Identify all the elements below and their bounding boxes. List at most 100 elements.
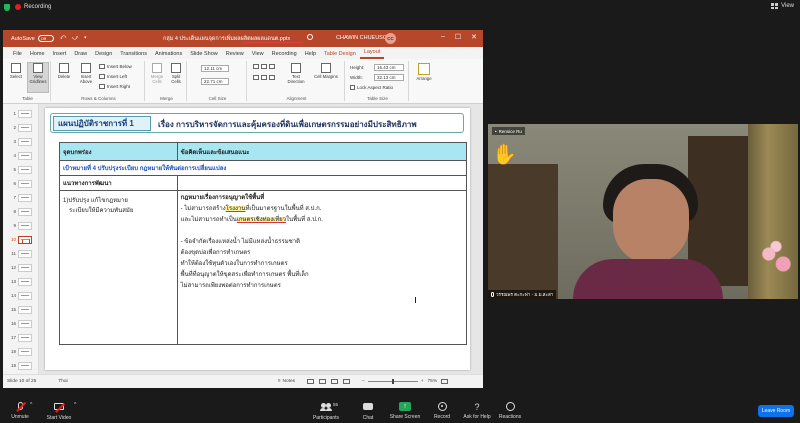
tab-review[interactable]: Review xyxy=(222,51,248,59)
slideshow-icon[interactable] xyxy=(343,379,351,384)
slide-thumbnail[interactable]: 11 xyxy=(7,248,37,259)
slide-table[interactable]: จุดบกพร่อง ข้อคิดเห็นและข้อเสนอแนะ เป้าห… xyxy=(59,142,468,345)
text-direction-button[interactable]: Text Direction xyxy=(283,63,309,84)
tab-transitions[interactable]: Transitions xyxy=(116,51,151,59)
split-cells-icon xyxy=(171,63,181,73)
slide-thumbnail[interactable]: 12 xyxy=(7,262,37,273)
slide-sorter-icon[interactable] xyxy=(319,379,327,384)
table-header-cell[interactable]: จุดบกพร่อง xyxy=(59,142,178,161)
tab-help[interactable]: Help xyxy=(301,51,320,59)
insert-right-button[interactable]: Insert Right xyxy=(99,84,130,89)
close-icon[interactable]: ✕ xyxy=(471,33,477,41)
leave-room-button[interactable]: Leave Room xyxy=(758,405,794,417)
align-buttons-row2[interactable] xyxy=(253,75,275,80)
slide-thumbnail[interactable]: 10 xyxy=(7,234,37,245)
view-gridlines-button[interactable]: View Gridlines xyxy=(27,62,49,93)
tab-view[interactable]: View xyxy=(248,51,268,59)
language-indicator[interactable]: Thai xyxy=(58,379,67,384)
slide-thumbnail[interactable]: 18 xyxy=(7,346,37,357)
slide-thumbnail[interactable]: 17 xyxy=(7,332,37,343)
split-cells-button[interactable]: Split Cells xyxy=(167,63,185,84)
tab-file[interactable]: File xyxy=(9,51,26,59)
normal-view-icon[interactable] xyxy=(307,379,315,384)
fit-to-window-icon[interactable] xyxy=(441,379,449,384)
insert-left-button[interactable]: Insert Left xyxy=(99,74,127,79)
table-width-input[interactable]: 32.13 cm xyxy=(374,74,404,81)
autosave-toggle[interactable]: Off xyxy=(37,35,54,42)
table-height-input[interactable]: 16.43 cm xyxy=(374,64,404,71)
record-button[interactable]: Record xyxy=(430,402,454,420)
slide-thumbnail[interactable]: 5 xyxy=(7,164,37,175)
table-height-label: Height: xyxy=(350,65,365,70)
reactions-button[interactable]: Reactions xyxy=(496,402,524,420)
tab-animations[interactable]: Animations xyxy=(151,51,186,59)
table-row: แนวทางการพัฒนา xyxy=(59,175,468,191)
slide-thumbnail[interactable]: 6 xyxy=(7,178,37,189)
zoom-slider[interactable]: – + xyxy=(362,379,424,384)
tab-home[interactable]: Home xyxy=(26,51,49,59)
suggestion-line: ไม่สามารถเพียงพอต่อการทำการเกษตร xyxy=(180,283,281,289)
slide-thumbnail[interactable]: 2 xyxy=(7,122,37,133)
chevron-up-icon[interactable]: ^ xyxy=(74,402,76,408)
participants-button[interactable]: 55 Participants xyxy=(310,402,342,421)
slide[interactable]: แผนปฏิบัติราชการที่ 1 เรื่อง การบริหารจั… xyxy=(45,108,470,370)
tab-insert[interactable]: Insert xyxy=(49,51,71,59)
tab-layout[interactable]: Layout xyxy=(359,49,385,59)
view-button[interactable]: View xyxy=(771,3,794,9)
tab-recording[interactable]: Recording xyxy=(268,51,301,59)
delete-button[interactable]: Delete xyxy=(55,63,73,79)
slide-thumbnail[interactable]: 16 xyxy=(7,318,37,329)
issue-cell[interactable]: 1)ปรับปรุง แก้ไขกฎหมาย ระเบียบให้มีความท… xyxy=(59,190,178,345)
tab-design[interactable]: Design xyxy=(91,51,116,59)
slide-number: 12 xyxy=(10,265,16,270)
notes-button[interactable]: ≡ Notes xyxy=(278,379,295,384)
approach-cell[interactable]: แนวทางการพัฒนา xyxy=(59,175,178,191)
slide-thumbnail[interactable]: 14 xyxy=(7,290,37,301)
chat-button[interactable]: Chat xyxy=(358,402,378,421)
slide-thumbnail[interactable]: 3 xyxy=(7,136,37,147)
chevron-up-icon[interactable]: ^ xyxy=(30,402,32,408)
avatar[interactable]: CC xyxy=(385,33,396,44)
maximize-icon[interactable]: ☐ xyxy=(455,33,461,41)
zoom-percentage[interactable]: 75% xyxy=(428,379,438,384)
select-button[interactable]: Select xyxy=(7,63,25,79)
ask-for-help-button[interactable]: ? Ask for Help xyxy=(460,402,494,420)
slide-number: 16 xyxy=(10,321,16,326)
align-bottom-icon xyxy=(269,75,275,80)
cell-height-input[interactable]: 12.11 cm xyxy=(201,65,229,72)
slide-preview xyxy=(18,137,32,146)
cell-width-input[interactable]: 22.71 cm xyxy=(201,78,229,85)
lock-aspect-checkbox[interactable]: Lock Aspect Ratio xyxy=(350,85,393,90)
slide-thumbnail[interactable]: 13 xyxy=(7,276,37,287)
align-middle-icon xyxy=(261,75,267,80)
suggestion-cell[interactable]: กฎหมายเรื่องการอนุญาตใช้พื้นที่ - ไม่สาม… xyxy=(176,190,468,345)
cell-margins-button[interactable]: Cell Margins xyxy=(313,63,339,79)
slide-thumbnail[interactable]: 1 xyxy=(7,108,37,119)
slide-thumbnail[interactable]: 19 xyxy=(7,360,37,371)
merge-cells-button[interactable]: Merge Cells xyxy=(148,63,166,84)
empty-cell[interactable] xyxy=(176,175,468,191)
tab-draw[interactable]: Draw xyxy=(70,51,91,59)
reading-view-icon[interactable] xyxy=(331,379,339,384)
slide-thumbnail[interactable]: 15 xyxy=(7,304,37,315)
target-cell[interactable]: เป้าหมายที่ 4 ปรับปรุงระเบียบ กฎหมายให้ท… xyxy=(59,160,467,176)
align-buttons-row1[interactable] xyxy=(253,64,275,69)
insert-below-button[interactable]: Insert Below xyxy=(99,64,132,69)
insert-above-button[interactable]: Insert Above xyxy=(75,63,97,84)
tab-slide-show[interactable]: Slide Show xyxy=(186,51,222,59)
table-row: 1)ปรับปรุง แก้ไขกฎหมาย ระเบียบให้มีความท… xyxy=(59,190,468,345)
table-header-cell[interactable]: ข้อคิดเห็นและข้อเสนอแนะ xyxy=(176,142,468,161)
search-icon[interactable] xyxy=(307,34,313,40)
slide-thumbnail[interactable]: 4 xyxy=(7,150,37,161)
help-icon: ? xyxy=(474,402,480,412)
participant-video[interactable]: • Rensice Ru ✋ วรรณพร ตะกะฟา - ม.ม.สะสา xyxy=(488,124,798,299)
quick-access-toolbar[interactable]: ⤺ ⤻ ▾ xyxy=(60,35,89,42)
slide-thumbnail[interactable]: 7 xyxy=(7,192,37,203)
arrange-button[interactable]: Arrange xyxy=(413,63,435,81)
slide-thumbnail[interactable]: 9 xyxy=(7,220,37,231)
share-screen-button[interactable]: ↑ Share Screen xyxy=(388,402,422,420)
start-video-button[interactable]: Start Video xyxy=(44,402,74,421)
tab-table-design[interactable]: Table Design xyxy=(320,51,360,59)
minimize-icon[interactable]: – xyxy=(441,33,445,41)
slide-thumbnail[interactable]: 8 xyxy=(7,206,37,217)
